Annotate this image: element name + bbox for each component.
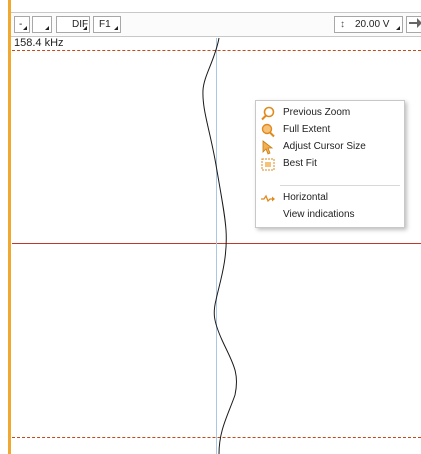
magnifier-icon	[261, 106, 275, 121]
menu-item-adjust-cursor-size[interactable]: Adjust Cursor Size	[258, 139, 402, 156]
horizontal-icon	[261, 194, 275, 203]
menu-item-horizontal[interactable]: Horizontal	[258, 190, 402, 207]
best-fit-icon	[261, 158, 275, 171]
menu-item-label: View indications	[283, 209, 355, 220]
menu-item-label: Full Extent	[283, 124, 331, 135]
menu-item-label: Adjust Cursor Size	[283, 141, 366, 152]
menu-item-previous-zoom[interactable]: Previous Zoom	[258, 105, 402, 122]
menu-item-view-indications[interactable]: View indications	[258, 207, 402, 224]
menu-item-label: Horizontal	[283, 192, 329, 203]
zoom-extent-icon	[261, 123, 275, 138]
menu-item-full-extent[interactable]: Full Extent	[258, 122, 402, 139]
menu-item-label: Best Fit	[283, 158, 317, 169]
context-menu: Previous Zoom Full Extent Adjust Cursor …	[255, 100, 405, 228]
menu-item-best-fit[interactable]: Best Fit	[258, 156, 402, 173]
menu-separator	[280, 185, 400, 186]
signal-trace-curve	[202, 37, 237, 454]
menu-item-label: Previous Zoom	[283, 107, 351, 118]
cursor-size-icon	[262, 140, 274, 155]
